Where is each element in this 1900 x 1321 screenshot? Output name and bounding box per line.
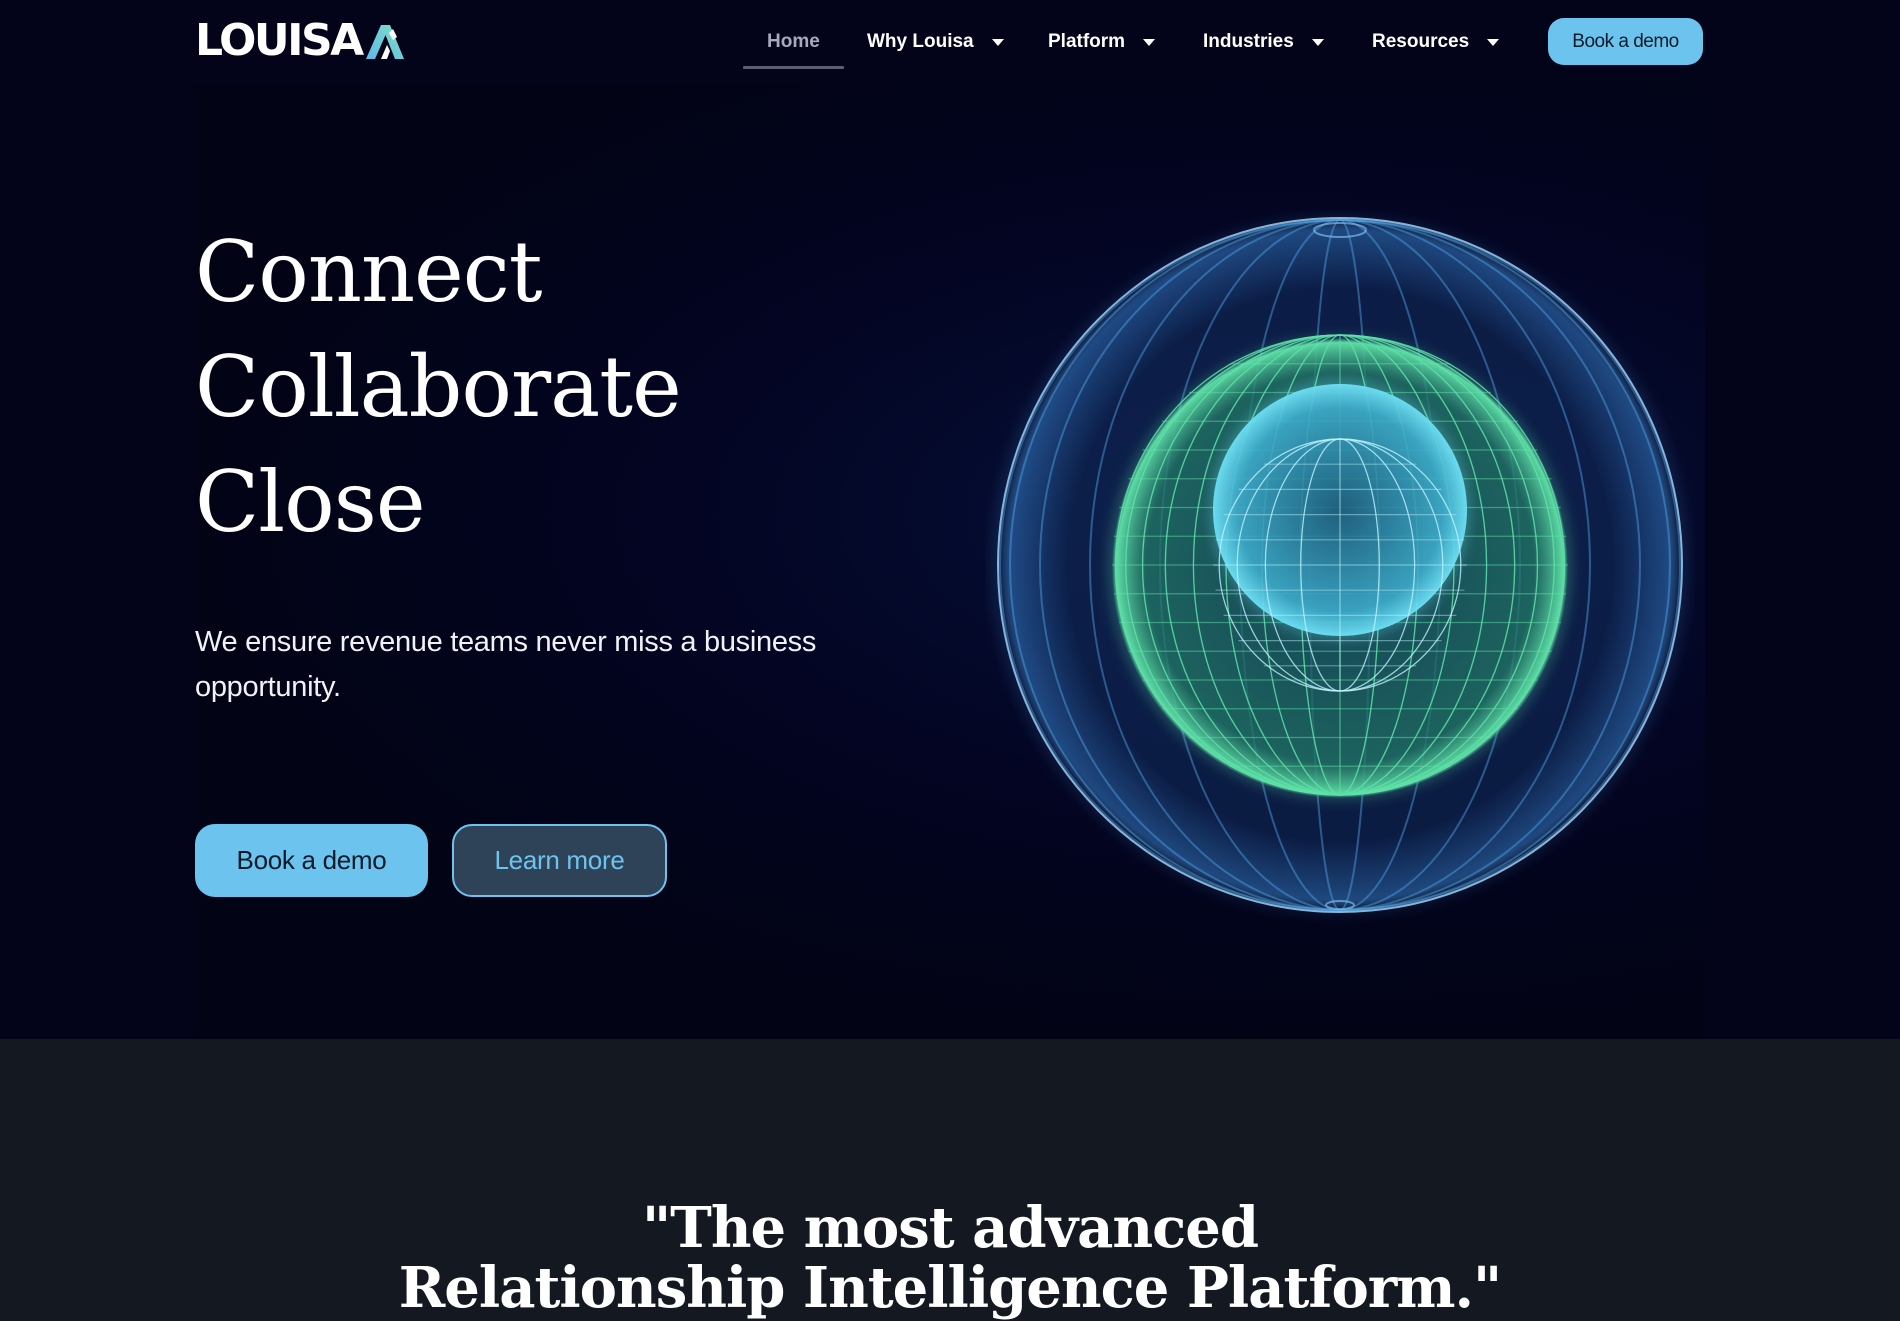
nav-item-label: Platform — [1048, 31, 1126, 52]
quote-line: Relationship Intelligence Platform." — [398, 1255, 1502, 1321]
hero-title: Connect Collaborate Close — [195, 215, 682, 560]
hero-subtitle: We ensure revenue teams never miss a bus… — [195, 626, 817, 703]
nav-item-label: Resources — [1372, 31, 1470, 52]
nav-item-industries[interactable]: Industries — [1203, 29, 1324, 55]
tagline-quote: "The most advanced Relationship Intellig… — [0, 1198, 1900, 1318]
learn-more-button[interactable]: Learn more — [452, 824, 667, 897]
active-nav-indicator — [743, 66, 844, 69]
nav-item-why-louisa[interactable]: Why Louisa — [867, 29, 1004, 55]
hero-title-line: Connect — [195, 223, 543, 321]
caret-down-icon — [991, 38, 1004, 46]
nav-item-label: Home — [767, 31, 820, 52]
nav-item-platform[interactable]: Platform — [1048, 29, 1156, 55]
nav-item-home[interactable]: Home — [767, 29, 820, 55]
hero-sphere-visual — [985, 210, 1695, 940]
wireframe-sphere-icon — [990, 215, 1690, 915]
quote-line: "The most advanced — [641, 1195, 1259, 1261]
hero-title-line: Close — [195, 453, 426, 551]
nav-item-label: Why Louisa — [867, 31, 974, 52]
hero-title-line: Collaborate — [195, 338, 682, 436]
book-demo-button[interactable]: Book a demo — [195, 824, 428, 897]
site-header: LOUISA Home Why Louisa Platform Industri… — [0, 0, 1900, 84]
main-nav: Home Why Louisa Platform Industries Reso… — [0, 0, 1900, 84]
caret-down-icon — [1143, 38, 1156, 46]
header-book-demo-button[interactable]: Book a demo — [1548, 18, 1703, 65]
caret-down-icon — [1311, 38, 1324, 46]
nav-item-resources[interactable]: Resources — [1372, 29, 1500, 55]
caret-down-icon — [1487, 38, 1500, 46]
page: LOUISA Home Why Louisa Platform Industri… — [0, 0, 1900, 1321]
nav-item-label: Industries — [1203, 31, 1294, 52]
